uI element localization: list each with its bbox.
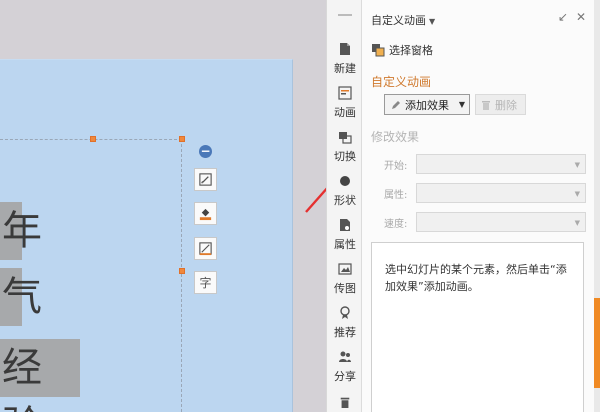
resize-handle-right[interactable]	[179, 268, 185, 274]
edit-shape-button[interactable]	[194, 168, 217, 191]
start-label: 开始:	[384, 160, 408, 172]
sidebar-item-share[interactable]: 分享	[327, 350, 363, 394]
collapse-tab[interactable]	[594, 298, 600, 388]
resize-handle-top-right[interactable]	[179, 136, 185, 142]
sidebar-item-label: 推荐	[334, 326, 356, 339]
sidebar-item-properties[interactable]: 属性	[327, 218, 363, 262]
delete-button[interactable]: 删除	[475, 94, 526, 115]
add-effect-button[interactable]: 添加效果 ▼	[384, 94, 470, 115]
line-color-icon	[199, 242, 212, 256]
restore-icon[interactable]: ↙	[558, 10, 568, 24]
property-select[interactable]: ▼	[416, 183, 586, 203]
line-color-button[interactable]	[194, 237, 217, 260]
sidebar-item-trash[interactable]	[327, 396, 363, 412]
selection-frame[interactable]	[0, 139, 182, 412]
sidebar-item-label: 传图	[334, 282, 356, 295]
recommend-icon	[340, 306, 350, 319]
chevron-down-icon: ▼	[574, 161, 580, 169]
sidebar-grip	[338, 14, 352, 16]
fill-color-button[interactable]	[194, 202, 217, 225]
chevron-down-icon: ▼	[429, 17, 436, 26]
shape-icon	[340, 176, 350, 186]
minus-circle-icon[interactable]: −	[199, 145, 212, 158]
sidebar-item-label: 分享	[334, 370, 356, 383]
chevron-down-icon: ▼	[574, 219, 580, 227]
speed-select[interactable]: ▼	[416, 212, 586, 232]
fill-color-icon	[199, 208, 212, 221]
transition-icon	[339, 132, 352, 144]
animation-icon	[338, 86, 352, 100]
start-row: 开始: ▼	[384, 154, 586, 174]
sidebar-item-recommend[interactable]: 推荐	[327, 306, 363, 350]
task-sidebar: 新建 动画 切换 形状 属性 传图 推荐 分享	[326, 0, 362, 412]
sidebar-item-animation[interactable]: 动画	[327, 86, 363, 130]
text-wrap-button[interactable]: 字	[194, 271, 217, 294]
pane-title[interactable]: 自定义动画 ▼	[371, 12, 435, 28]
pencil-icon	[392, 100, 400, 109]
sidebar-item-new[interactable]: 新建	[327, 42, 363, 86]
add-effect-label: 添加效果	[405, 98, 449, 112]
sidebar-item-label: 切换	[334, 150, 356, 163]
sidebar-item-upload-image[interactable]: 传图	[327, 262, 363, 306]
edit-shape-icon	[199, 173, 212, 186]
property-row: 属性: ▼	[384, 183, 586, 203]
properties-icon	[340, 219, 350, 231]
close-icon[interactable]: ✕	[576, 10, 586, 24]
trash-icon	[340, 397, 350, 408]
section-title: 自定义动画	[371, 75, 432, 89]
chevron-down-icon: ▼	[458, 100, 465, 109]
sidebar-item-label: 新建	[334, 62, 356, 75]
new-doc-icon	[340, 43, 350, 55]
share-icon	[339, 351, 351, 362]
custom-animation-pane: 自定义动画 ▼ ↙ ✕ 选择窗格 自定义动画 添加效果 ▼ 删除 修改效果 开始:…	[362, 0, 594, 412]
speed-label: 速度:	[384, 218, 408, 230]
animation-list-box[interactable]: 选中幻灯片的某个元素，然后单击“添加效果”添加动画。	[371, 242, 584, 412]
select-pane-label: 选择窗格	[389, 44, 433, 57]
delete-label: 删除	[495, 98, 517, 112]
pane-title-text: 自定义动画	[371, 14, 426, 27]
slide-workspace: 年 气 经验 − 字	[0, 0, 326, 412]
chevron-down-icon: ▼	[574, 190, 580, 198]
property-label: 属性:	[384, 189, 408, 201]
upload-image-icon	[338, 263, 352, 275]
sidebar-item-label: 属性	[334, 238, 356, 251]
sidebar-item-transition[interactable]: 切换	[327, 130, 363, 174]
sidebar-item-shape[interactable]: 形状	[327, 174, 363, 218]
start-select[interactable]: ▼	[416, 154, 586, 174]
modify-effect-title: 修改效果	[371, 130, 420, 144]
hint-text: 选中幻灯片的某个元素，然后单击“添加效果”添加动画。	[385, 263, 567, 293]
selection-pane-icon	[372, 44, 385, 57]
resize-handle-top[interactable]	[90, 136, 96, 142]
text-wrap-icon: 字	[199, 276, 212, 290]
select-pane-button[interactable]: 选择窗格	[371, 42, 433, 58]
trash-icon	[482, 100, 490, 110]
sidebar-item-label: 动画	[334, 106, 356, 119]
speed-row: 速度: ▼	[384, 212, 586, 232]
sidebar-item-label: 形状	[334, 194, 356, 207]
